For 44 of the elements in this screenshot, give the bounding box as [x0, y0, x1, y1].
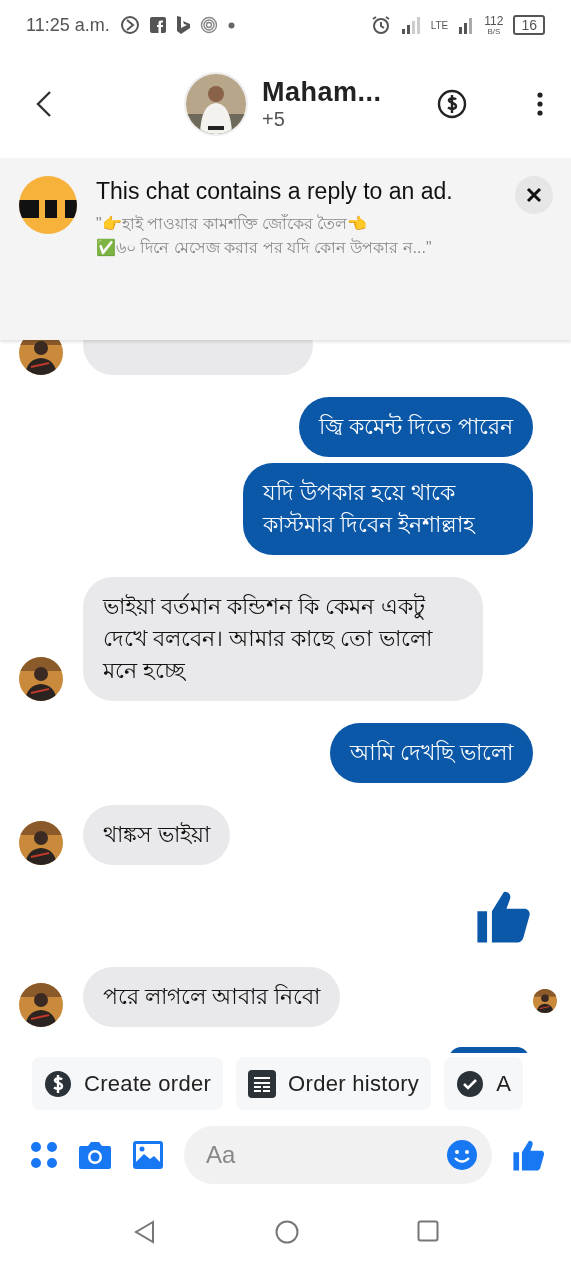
- back-icon[interactable]: [34, 90, 54, 118]
- apps-icon[interactable]: [30, 1141, 58, 1169]
- more-icon[interactable]: [537, 92, 543, 116]
- bing-icon: [175, 16, 190, 34]
- network-type: LTE: [430, 20, 449, 30]
- data-speed-unit: B/S: [486, 26, 502, 36]
- action-chip[interactable]: A: [444, 1057, 524, 1110]
- contact-name[interactable]: Maham...: [262, 77, 382, 108]
- check-icon: [456, 1069, 485, 1098]
- close-icon: [526, 187, 542, 203]
- close-button[interactable]: [515, 176, 553, 214]
- emoji-icon[interactable]: [446, 1139, 478, 1171]
- ad-notice-title: This chat contains a reply to an ad.: [96, 177, 454, 206]
- message-bubble: আমি দেখছি ভালো: [329, 723, 533, 783]
- message-bubble: জ্বি কমেন্ট দিতে পারেন: [298, 397, 533, 457]
- message-bubble: পরে লাগলে আবার নিবো: [83, 967, 341, 1027]
- action-chip[interactable]: Create order: [32, 1057, 224, 1110]
- alarm-icon: [370, 15, 391, 35]
- camera-icon[interactable]: [78, 1140, 112, 1170]
- dollar-icon[interactable]: [437, 89, 467, 119]
- message-input[interactable]: Aa: [204, 1140, 446, 1170]
- image-icon[interactable]: [132, 1140, 164, 1170]
- home-icon[interactable]: [274, 1220, 299, 1244]
- fingerprint-icon: [199, 16, 218, 34]
- participant-count: +5: [262, 108, 286, 131]
- dollar-icon: [44, 1069, 72, 1098]
- signal-icon: [458, 16, 475, 34]
- message-bubble: যদি উপকার হয়ে থাকে কাস্টমার দিবেন ইনশাল্লাহ: [243, 463, 533, 555]
- message-bubble: ভাইয়া বর্তমান কন্ডিশন কি কেমন একটু দেখে বলবেন। আমার কাছে তো ভালো মনে হচ্ছে: [83, 577, 483, 701]
- message-bubble: থাঙ্কস ভাইয়া: [83, 805, 231, 865]
- data-speed: 112: [484, 14, 504, 27]
- play-icon: [119, 15, 140, 35]
- seen-avatar: [533, 989, 557, 1013]
- ad-quote: "👉হাই পাওয়ার কামশক্তি জোঁকের তৈল👈 ✅৬০ দিনে মেসেজ করার পর যদি কোন উপকার ন...": [96, 213, 433, 258]
- message-field[interactable]: Aa: [184, 1126, 492, 1184]
- thumbs-up-icon[interactable]: [512, 1138, 546, 1172]
- list-icon: [248, 1069, 277, 1098]
- battery-level: 16: [513, 15, 545, 35]
- dot-icon: [227, 21, 235, 29]
- recents-icon[interactable]: [416, 1220, 439, 1242]
- action-chip[interactable]: Order history: [236, 1057, 432, 1110]
- signal-icon: [400, 16, 421, 34]
- facebook-icon: [149, 17, 166, 33]
- status-time: 11:25 a.m.: [26, 14, 110, 36]
